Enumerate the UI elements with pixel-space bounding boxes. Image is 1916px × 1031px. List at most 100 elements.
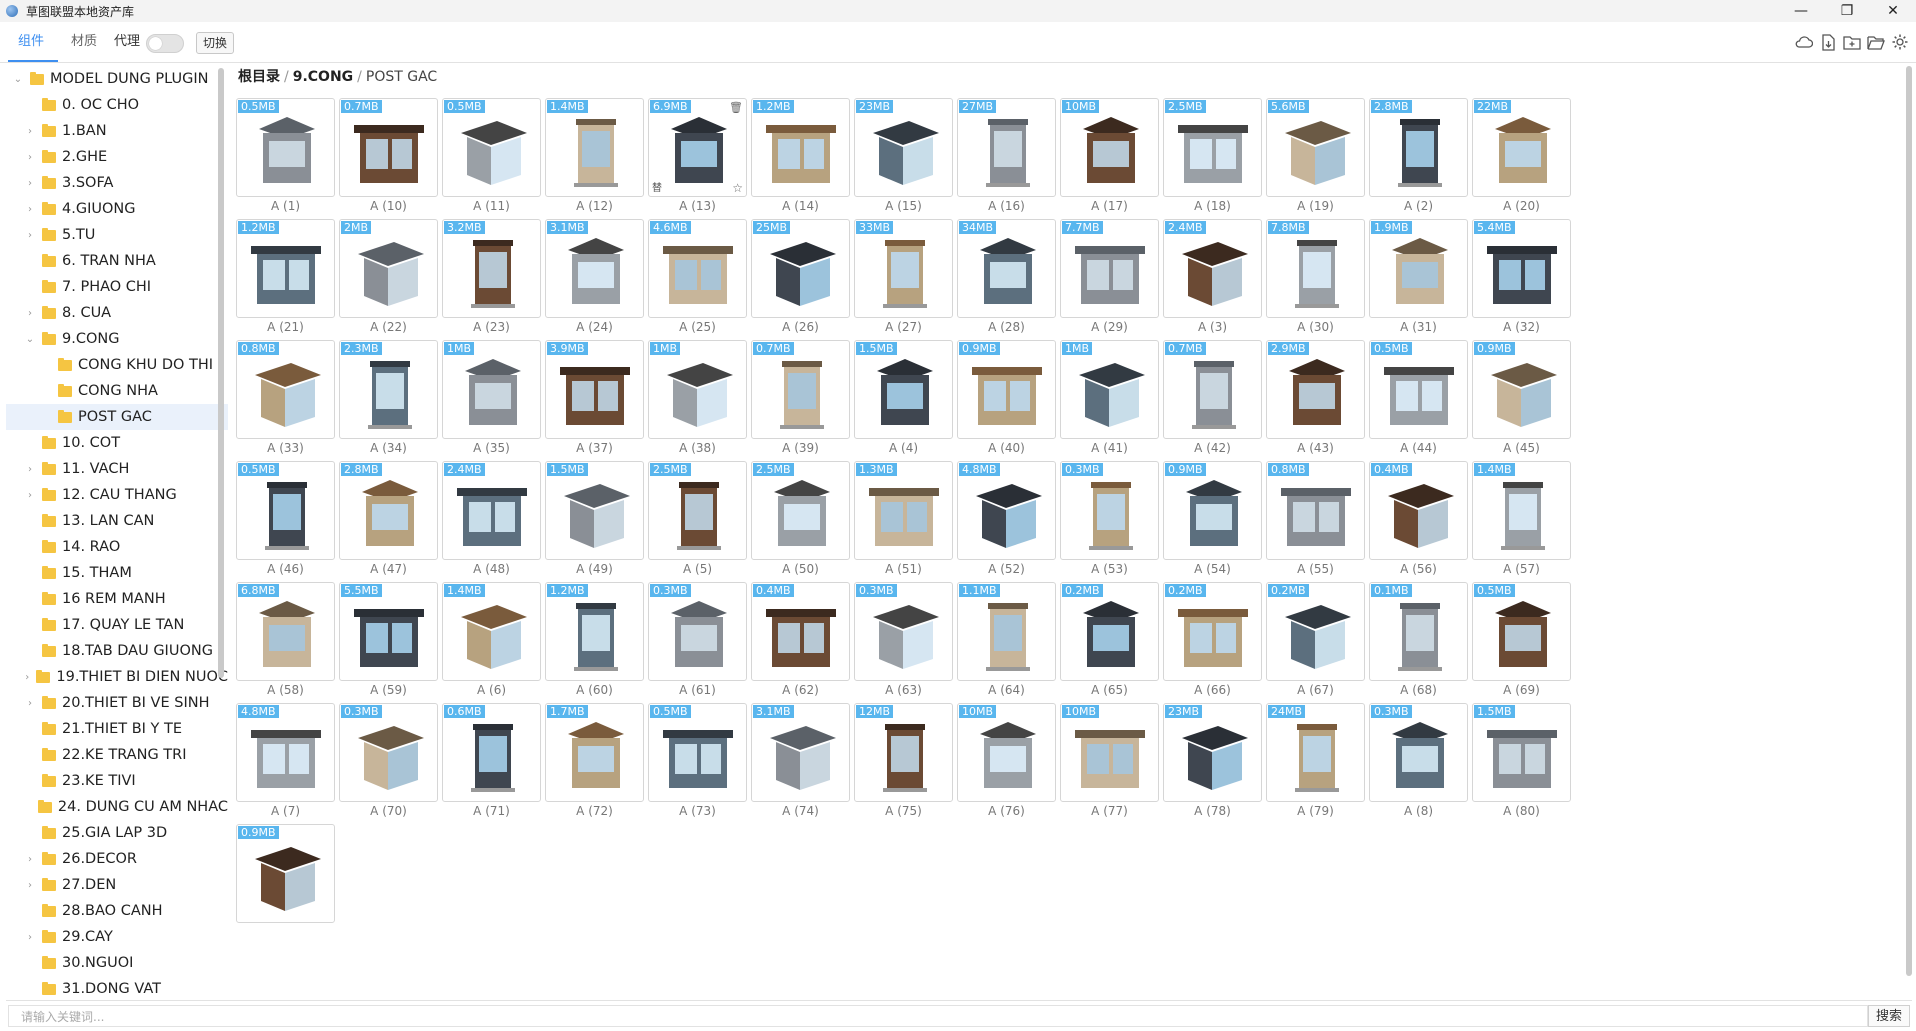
- asset-card[interactable]: 0.9MB A (45): [1472, 340, 1571, 460]
- asset-thumbnail[interactable]: 10MB: [957, 703, 1056, 802]
- asset-card[interactable]: 0.6MB A (71): [442, 703, 541, 823]
- favorite-star-icon[interactable]: ☆: [732, 181, 743, 195]
- asset-card[interactable]: 0.3MB A (8): [1369, 703, 1468, 823]
- tree-item[interactable]: › 12. CAU THANG: [6, 482, 228, 508]
- asset-thumbnail[interactable]: 6.9MB 🗑 替 ☆: [648, 98, 747, 197]
- asset-thumbnail[interactable]: 2.4MB: [1163, 219, 1262, 318]
- expanded-caret-icon[interactable]: ⌄: [24, 334, 36, 345]
- asset-card[interactable]: 0.1MB A (68): [1369, 582, 1468, 702]
- asset-card[interactable]: 0.8MB A (55): [1266, 461, 1365, 581]
- asset-card[interactable]: 24MB A (79): [1266, 703, 1365, 823]
- asset-thumbnail[interactable]: 0.2MB: [1163, 582, 1262, 681]
- tree-item[interactable]: CONG NHA: [6, 378, 228, 404]
- asset-card[interactable]: 10MB A (17): [1060, 98, 1159, 218]
- asset-card[interactable]: 2.5MB A (18): [1163, 98, 1262, 218]
- tree-item[interactable]: ⌄ 9.CONG: [6, 326, 228, 352]
- asset-card[interactable]: 2MB A (22): [339, 219, 438, 339]
- asset-card[interactable]: 10MB A (76): [957, 703, 1056, 823]
- asset-card[interactable]: 5.4MB A (32): [1472, 219, 1571, 339]
- asset-card[interactable]: 7.7MB A (29): [1060, 219, 1159, 339]
- asset-thumbnail[interactable]: 0.2MB: [1060, 582, 1159, 681]
- asset-thumbnail[interactable]: 0.4MB: [751, 582, 850, 681]
- asset-thumbnail[interactable]: 3.1MB: [545, 219, 644, 318]
- tree-item[interactable]: › 20.THIET BI VE SINH: [6, 690, 228, 716]
- asset-card[interactable]: 1.7MB A (72): [545, 703, 644, 823]
- tree-item[interactable]: › 29.CAY: [6, 924, 228, 950]
- collapsed-caret-icon[interactable]: ›: [24, 204, 36, 215]
- asset-thumbnail[interactable]: 27MB: [957, 98, 1056, 197]
- tree-item[interactable]: 14. RAO: [6, 534, 228, 560]
- asset-thumbnail[interactable]: 0.9MB: [1163, 461, 1262, 560]
- asset-thumbnail[interactable]: 1.2MB: [236, 219, 335, 318]
- expand-caret-icon[interactable]: ⌄: [12, 74, 24, 85]
- asset-thumbnail[interactable]: 1.4MB: [545, 98, 644, 197]
- asset-thumbnail[interactable]: 0.3MB: [854, 582, 953, 681]
- collapsed-caret-icon[interactable]: ›: [24, 932, 36, 943]
- asset-thumbnail[interactable]: 0.3MB: [1060, 461, 1159, 560]
- asset-thumbnail[interactable]: 1.4MB: [1472, 461, 1571, 560]
- asset-thumbnail[interactable]: 1MB: [1060, 340, 1159, 439]
- tree-item[interactable]: 17. QUAY LE TAN: [6, 612, 228, 638]
- collapsed-caret-icon[interactable]: ›: [24, 230, 36, 241]
- tree-item[interactable]: 25.GIA LAP 3D: [6, 820, 228, 846]
- asset-card[interactable]: 2.5MB A (50): [751, 461, 850, 581]
- cloud-icon[interactable]: [1794, 32, 1814, 52]
- asset-card[interactable]: 2.9MB A (43): [1266, 340, 1365, 460]
- asset-card[interactable]: 33MB A (27): [854, 219, 953, 339]
- tree-item[interactable]: 21.THIET BI Y TE: [6, 716, 228, 742]
- asset-thumbnail[interactable]: 0.6MB: [442, 703, 541, 802]
- open-folder-icon[interactable]: [1866, 32, 1886, 52]
- tree-item[interactable]: › 19.THIET BI DIEN NUOC: [6, 664, 228, 690]
- asset-card[interactable]: 0.7MB A (10): [339, 98, 438, 218]
- asset-card[interactable]: 0.3MB A (70): [339, 703, 438, 823]
- asset-thumbnail[interactable]: 6.8MB: [236, 582, 335, 681]
- asset-thumbnail[interactable]: 0.8MB: [1266, 461, 1365, 560]
- switch-button[interactable]: 切换: [196, 32, 234, 54]
- asset-thumbnail[interactable]: 24MB: [1266, 703, 1365, 802]
- asset-card[interactable]: 0.4MB A (62): [751, 582, 850, 702]
- asset-card[interactable]: 0.7MB A (42): [1163, 340, 1262, 460]
- asset-thumbnail[interactable]: 4.6MB: [648, 219, 747, 318]
- asset-thumbnail[interactable]: 4.8MB: [236, 703, 335, 802]
- asset-thumbnail[interactable]: 0.8MB: [236, 340, 335, 439]
- asset-card[interactable]: 0.7MB A (39): [751, 340, 850, 460]
- asset-thumbnail[interactable]: 2.4MB: [442, 461, 541, 560]
- asset-card[interactable]: 2.8MB A (2): [1369, 98, 1468, 218]
- asset-thumbnail[interactable]: 0.7MB: [751, 340, 850, 439]
- collapsed-caret-icon[interactable]: ›: [24, 178, 36, 189]
- asset-thumbnail[interactable]: 1MB: [442, 340, 541, 439]
- tree-item[interactable]: › 3.SOFA: [6, 170, 228, 196]
- asset-thumbnail[interactable]: 2.8MB: [1369, 98, 1468, 197]
- tree-item[interactable]: 28.BAO CANH: [6, 898, 228, 924]
- asset-card[interactable]: 23MB A (15): [854, 98, 953, 218]
- asset-thumbnail[interactable]: 1.2MB: [545, 582, 644, 681]
- asset-thumbnail[interactable]: 2.3MB: [339, 340, 438, 439]
- asset-thumbnail[interactable]: 0.5MB: [648, 703, 747, 802]
- asset-thumbnail[interactable]: 3.1MB: [751, 703, 850, 802]
- tree-item[interactable]: › 26.DECOR: [6, 846, 228, 872]
- tree-item[interactable]: 30.NGUOI: [6, 950, 228, 976]
- asset-thumbnail[interactable]: 0.3MB: [648, 582, 747, 681]
- asset-thumbnail[interactable]: 0.5MB: [1472, 582, 1571, 681]
- asset-thumbnail[interactable]: 2.5MB: [648, 461, 747, 560]
- asset-card[interactable]: 0.9MB: [236, 824, 335, 944]
- asset-card[interactable]: 1.4MB A (57): [1472, 461, 1571, 581]
- asset-card[interactable]: 0.3MB A (61): [648, 582, 747, 702]
- asset-card[interactable]: 10MB A (77): [1060, 703, 1159, 823]
- asset-thumbnail[interactable]: 0.4MB: [1369, 461, 1468, 560]
- asset-thumbnail[interactable]: 33MB: [854, 219, 953, 318]
- tree-item[interactable]: › 8. CUA: [6, 300, 228, 326]
- tree-item[interactable]: 24. DUNG CU AM NHAC: [6, 794, 228, 820]
- close-button[interactable]: ✕: [1870, 0, 1916, 22]
- asset-thumbnail[interactable]: 2.5MB: [1163, 98, 1262, 197]
- tree-item[interactable]: 31.DONG VAT: [6, 976, 228, 996]
- tree-item[interactable]: 18.TAB DAU GIUONG: [6, 638, 228, 664]
- asset-card[interactable]: 0.2MB A (66): [1163, 582, 1262, 702]
- asset-card[interactable]: 3.1MB A (74): [751, 703, 850, 823]
- search-input[interactable]: 请输入关键词...: [8, 1005, 1868, 1027]
- tree-item[interactable]: › 1.BAN: [6, 118, 228, 144]
- asset-thumbnail[interactable]: 1.2MB: [751, 98, 850, 197]
- tree-item[interactable]: 10. COT: [6, 430, 228, 456]
- asset-thumbnail[interactable]: 0.3MB: [339, 703, 438, 802]
- tree-item[interactable]: 23.KE TIVI: [6, 768, 228, 794]
